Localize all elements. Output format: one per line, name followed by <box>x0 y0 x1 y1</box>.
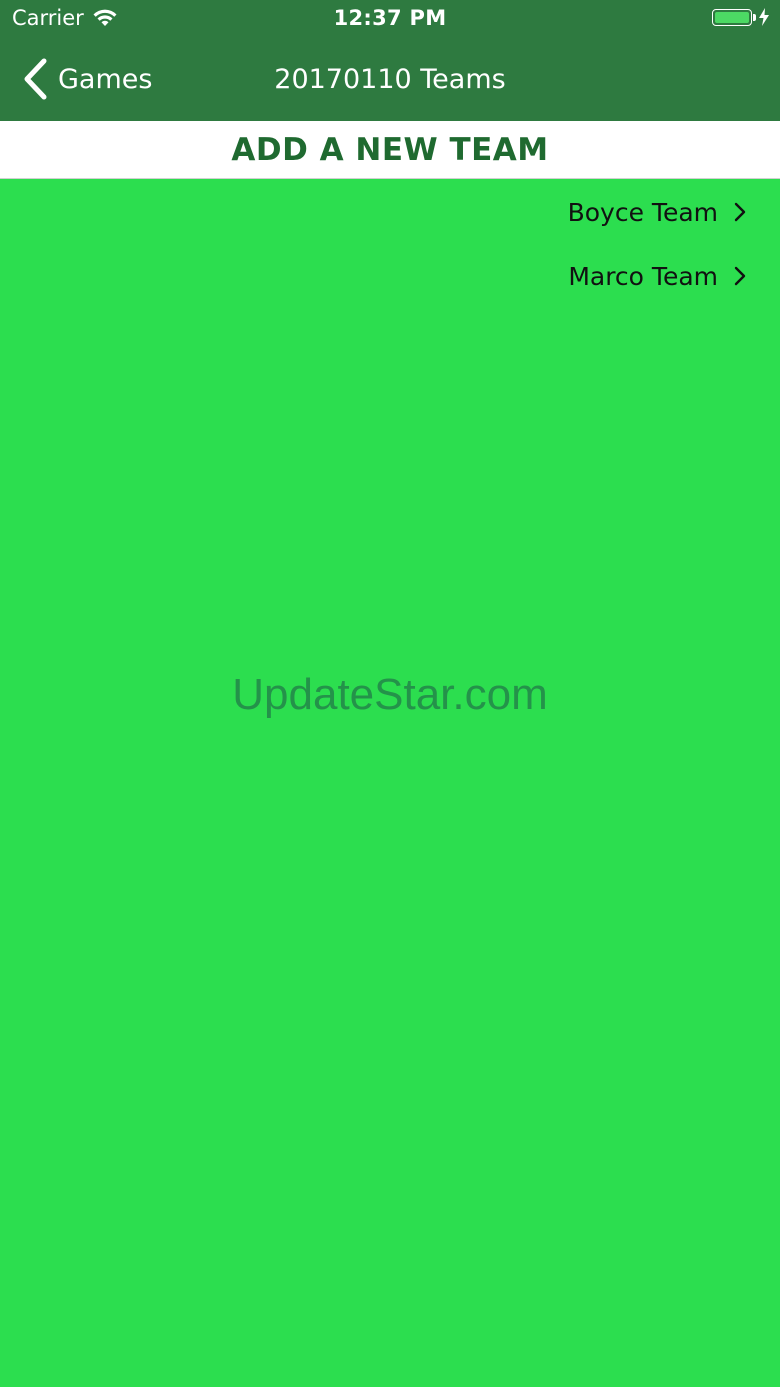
status-clock: 12:37 PM <box>333 6 447 30</box>
status-bar: Carrier 12:37 PM <box>0 0 780 40</box>
navigation-bar: Games 20170110 Teams <box>0 40 780 121</box>
chevron-right-icon <box>734 266 746 286</box>
watermark: UpdateStar.com <box>232 670 548 719</box>
team-list: Boyce Team Marco Team <box>0 180 780 308</box>
chevron-right-icon <box>734 202 746 222</box>
battery-fill <box>715 11 749 23</box>
add-new-team-button[interactable]: ADD A NEW TEAM <box>0 121 780 179</box>
bolt-icon <box>758 8 770 26</box>
team-label: Boyce Team <box>567 197 718 227</box>
team-label: Marco Team <box>568 261 718 291</box>
battery-icon <box>712 8 756 26</box>
page-title: 20170110 Teams <box>274 64 506 95</box>
team-row-boyce[interactable]: Boyce Team <box>0 180 780 244</box>
battery-tip <box>753 13 756 21</box>
team-row-marco[interactable]: Marco Team <box>0 244 780 308</box>
battery-indicator <box>712 8 770 26</box>
top-bar: Carrier 12:37 PM Games 20170110 Teams <box>0 0 780 121</box>
